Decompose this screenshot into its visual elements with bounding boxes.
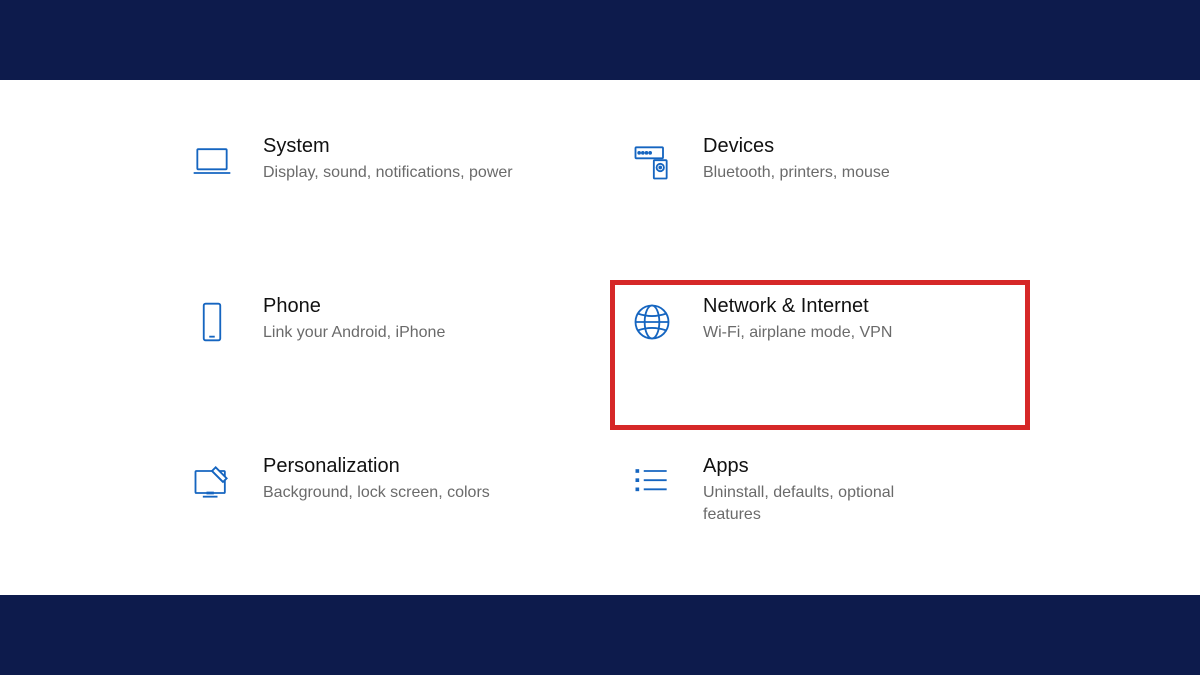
category-phone[interactable]: Phone Link your Android, iPhone: [170, 280, 590, 430]
category-desc: Wi-Fi, airplane mode, VPN: [703, 322, 892, 344]
category-apps[interactable]: Apps Uninstall, defaults, optional featu…: [610, 440, 1030, 590]
category-title: System: [263, 135, 513, 158]
settings-grid: System Display, sound, notifications, po…: [0, 80, 1200, 595]
category-desc: Background, lock screen, colors: [263, 482, 490, 504]
category-title: Personalization: [263, 455, 490, 478]
category-title: Phone: [263, 295, 445, 318]
category-network[interactable]: Network & Internet Wi-Fi, airplane mode,…: [610, 280, 1030, 430]
globe-icon: [625, 295, 679, 349]
category-title: Devices: [703, 135, 890, 158]
category-desc: Link your Android, iPhone: [263, 322, 445, 344]
category-desc: Display, sound, notifications, power: [263, 162, 513, 184]
category-system[interactable]: System Display, sound, notifications, po…: [170, 120, 590, 270]
category-title: Network & Internet: [703, 295, 892, 318]
category-devices[interactable]: Devices Bluetooth, printers, mouse: [610, 120, 1030, 270]
category-personalization[interactable]: Personalization Background, lock screen,…: [170, 440, 590, 590]
decorative-band-top: [0, 0, 1200, 80]
category-desc: Bluetooth, printers, mouse: [703, 162, 890, 184]
decorative-band-bottom: [0, 595, 1200, 675]
apps-icon: [625, 455, 679, 509]
category-desc: Uninstall, defaults, optional features: [703, 482, 953, 525]
category-title: Apps: [703, 455, 953, 478]
personalization-icon: [185, 455, 239, 509]
phone-icon: [185, 295, 239, 349]
laptop-icon: [185, 135, 239, 189]
devices-icon: [625, 135, 679, 189]
